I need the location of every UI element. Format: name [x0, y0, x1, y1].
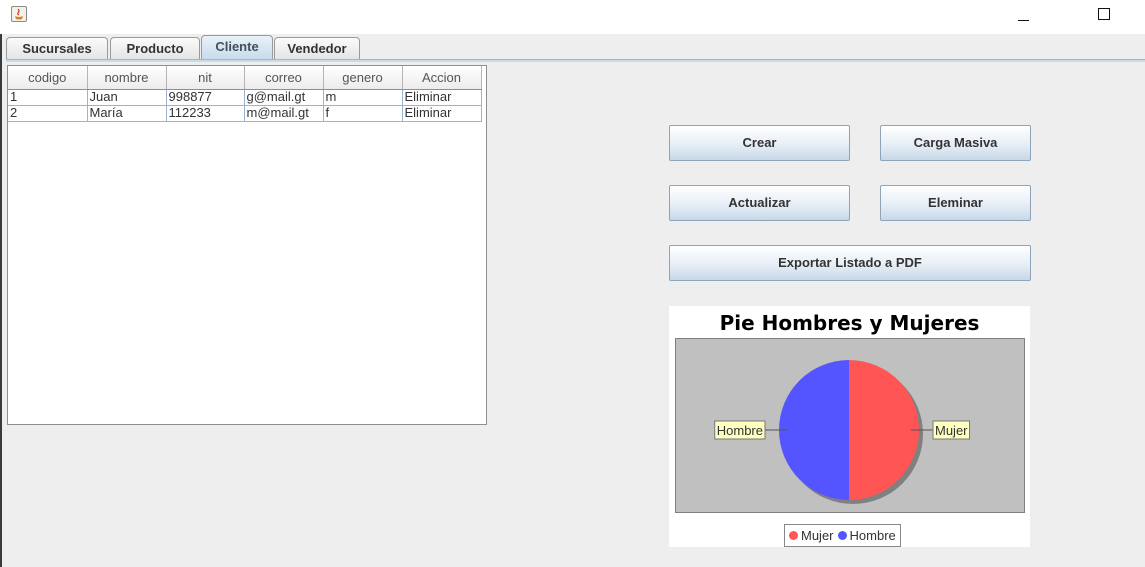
legend-swatch-mujer [789, 531, 798, 540]
cell-nombre[interactable]: Juan [87, 89, 167, 106]
column-header-nombre[interactable]: nombre [87, 66, 167, 90]
clients-table-panel[interactable]: codigo nombre nit correo genero Accion 1… [7, 65, 487, 425]
cell-accion[interactable]: Eliminar [402, 89, 482, 106]
pie-slice-hombre [779, 360, 849, 500]
legend-item-hombre: Hombre [837, 528, 896, 543]
tab-cliente[interactable]: Cliente [201, 35, 273, 59]
legend-item-mujer: Mujer [789, 528, 834, 543]
tab-vendedor[interactable]: Vendedor [274, 37, 360, 59]
cell-accion[interactable]: Eliminar [402, 105, 482, 122]
cell-codigo[interactable]: 2 [8, 105, 88, 122]
tab-sucursales[interactable]: Sucursales [6, 37, 108, 59]
window-left-border [0, 0, 2, 567]
actualizar-button[interactable]: Actualizar [669, 185, 850, 221]
table-header-row: codigo nombre nit correo genero Accion [8, 66, 482, 90]
exportar-pdf-button[interactable]: Exportar Listado a PDF [669, 245, 1031, 281]
column-header-codigo[interactable]: codigo [8, 66, 88, 90]
title-bar [0, 0, 1145, 34]
tab-bar: Sucursales Producto Cliente Vendedor [6, 35, 1145, 59]
clients-table: codigo nombre nit correo genero Accion 1… [8, 66, 482, 122]
cell-codigo[interactable]: 1 [8, 89, 88, 106]
cell-correo[interactable]: g@mail.gt [244, 89, 324, 106]
table-row[interactable]: 2 María 112233 m@mail.gt f Eliminar [8, 105, 482, 122]
cell-nombre[interactable]: María [87, 105, 167, 122]
pie-label-hombre: Hombre [717, 423, 763, 438]
legend-label-mujer: Mujer [801, 528, 834, 543]
carga-masiva-button[interactable]: Carga Masiva [880, 125, 1031, 161]
column-header-correo[interactable]: correo [244, 66, 324, 90]
column-header-nit[interactable]: nit [166, 66, 245, 90]
legend-swatch-hombre [837, 531, 847, 540]
pie-chart: Pie Hombres y Mujeres Mujer Hombre Mujer … [669, 306, 1030, 547]
cell-genero[interactable]: f [323, 105, 403, 122]
maximize-icon[interactable] [1078, 0, 1124, 30]
minimize-icon[interactable] [1000, 0, 1046, 30]
table-row[interactable]: 1 Juan 998877 g@mail.gt m Eliminar [8, 89, 482, 106]
cell-correo[interactable]: m@mail.gt [244, 105, 324, 122]
eliminar-button[interactable]: Eleminar [880, 185, 1031, 221]
tab-divider [6, 59, 1145, 62]
java-app-icon [11, 6, 27, 22]
chart-legend: Mujer Hombre [784, 524, 901, 547]
pie-label-mujer: Mujer [935, 423, 968, 438]
cell-genero[interactable]: m [323, 89, 403, 106]
pie-slice-mujer [849, 360, 919, 500]
cell-nit[interactable]: 112233 [166, 105, 245, 122]
pie-svg: Mujer Hombre [714, 360, 971, 504]
legend-label-hombre: Hombre [849, 528, 896, 543]
crear-button[interactable]: Crear [669, 125, 850, 161]
cell-nit[interactable]: 998877 [166, 89, 245, 106]
column-header-genero[interactable]: genero [323, 66, 403, 90]
tab-producto[interactable]: Producto [110, 37, 200, 59]
column-header-accion[interactable]: Accion [402, 66, 482, 90]
